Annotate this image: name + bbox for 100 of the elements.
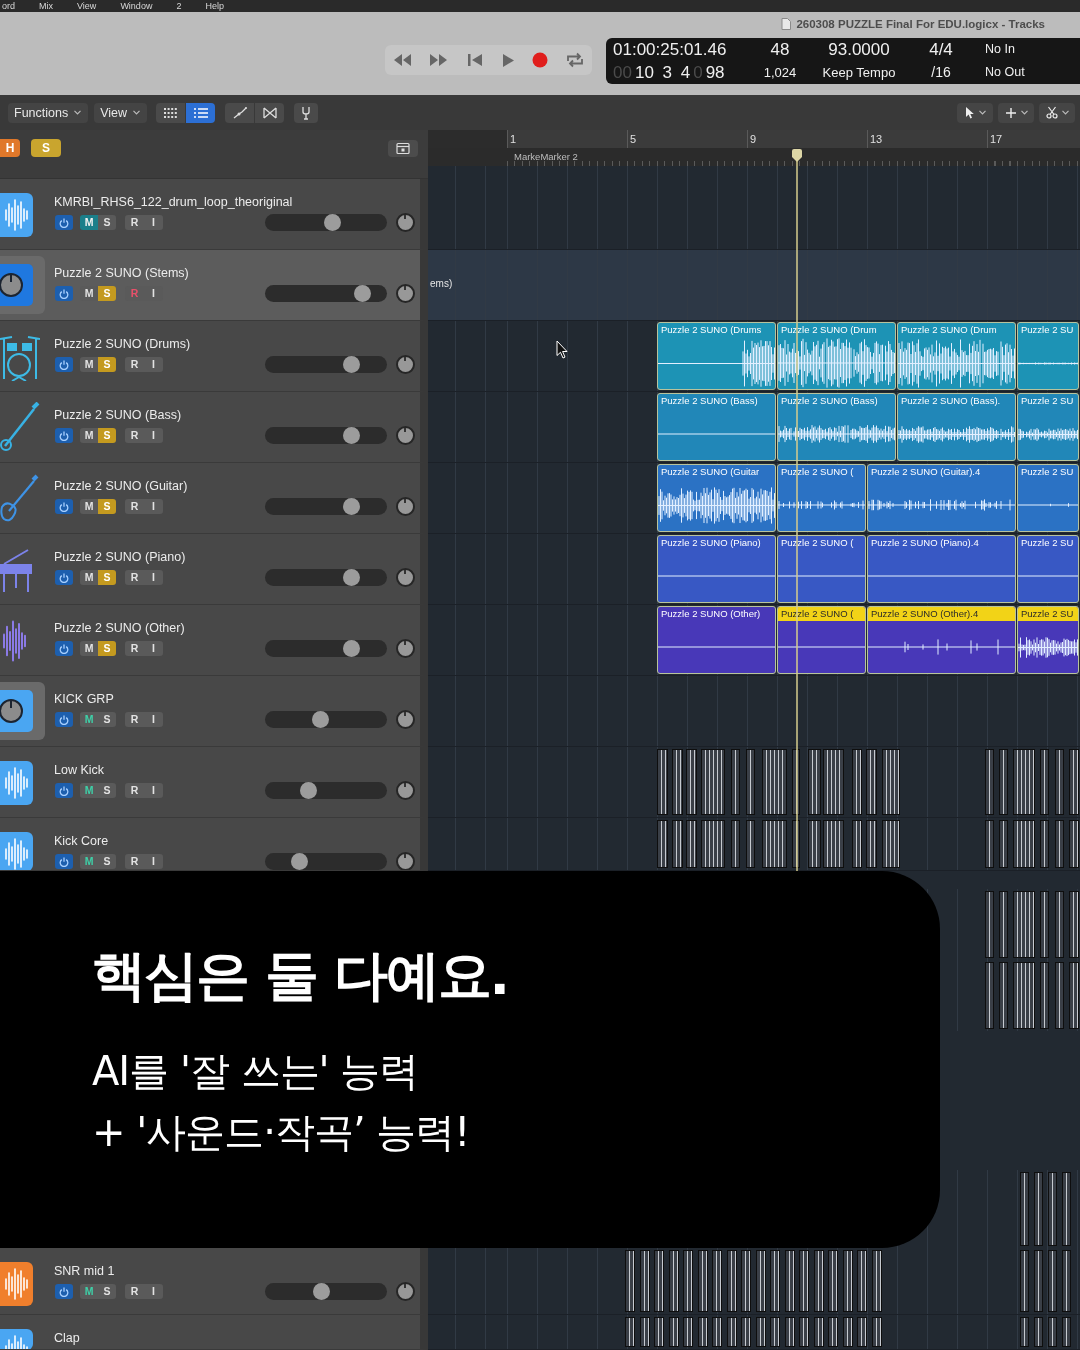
timeline-ruler[interactable]: 1 5 9 13 17 MarkeMarker 2 [428,130,1080,166]
audio-region[interactable] [1020,1172,1029,1246]
audio-region[interactable] [727,1250,737,1312]
track-header[interactable]: Kick Core M S R I [0,818,428,871]
track-header[interactable]: KMRBI_RHS6_122_drum_loop_theoriginal M S R I [0,179,428,250]
audio-region[interactable] [857,1250,867,1312]
power-button[interactable] [55,712,73,727]
audio-region[interactable] [625,1317,635,1347]
menu-item[interactable]: ord [2,0,15,12]
input-monitor-button[interactable]: I [144,712,163,727]
audio-region[interactable] [828,1317,838,1347]
slider-thumb[interactable] [354,285,372,302]
audio-region[interactable] [712,1317,722,1347]
track-header[interactable]: SNR mid 1 M S R I [0,1248,428,1315]
audio-region[interactable] [872,1317,882,1347]
audio-region[interactable] [698,1250,708,1312]
audio-region[interactable] [882,820,900,868]
audio-region[interactable] [985,820,994,868]
audio-region[interactable]: Puzzle 2 SU [1017,322,1079,390]
solo-button[interactable]: S [98,854,116,869]
audio-region[interactable] [808,820,821,868]
audio-region[interactable] [686,820,697,868]
play-icon[interactable] [501,52,515,68]
record-enable-button[interactable]: R [125,215,144,230]
view-mode-button[interactable] [186,102,216,123]
audio-region[interactable] [999,820,1008,868]
solo-button[interactable]: S [98,712,116,727]
track-header[interactable]: Puzzle 2 SUNO (Piano) M S R I [0,534,428,605]
tool-menu-button[interactable] [957,102,993,123]
power-button[interactable] [55,215,73,230]
slider-thumb[interactable] [342,498,360,515]
menu-item[interactable]: Window [120,0,153,12]
audio-region[interactable] [852,820,862,868]
audio-region[interactable] [799,1317,809,1347]
record-enable-button[interactable]: R [125,1284,144,1299]
mute-button[interactable]: M [80,570,98,585]
audio-region[interactable] [683,1250,693,1312]
audio-region[interactable] [1062,1317,1071,1347]
record-enable-button[interactable]: R [125,854,144,869]
pan-knob[interactable] [396,639,415,658]
audio-region[interactable] [654,1317,664,1347]
audio-region[interactable] [1034,1317,1043,1347]
audio-region[interactable] [1040,891,1049,958]
fast-forward-icon[interactable] [429,53,449,67]
tray-icon[interactable] [388,140,418,157]
audio-region[interactable] [1055,891,1064,958]
menu-item[interactable]: View [77,0,97,12]
input-monitor-button[interactable]: I [144,215,163,230]
audio-region[interactable] [852,749,862,815]
slider-thumb[interactable] [291,853,309,870]
mute-button[interactable]: M [80,641,98,656]
audio-region[interactable] [746,820,755,868]
audio-region[interactable] [672,749,683,815]
slider-thumb[interactable] [313,1283,331,1300]
volume-slider[interactable] [265,356,387,373]
audio-region[interactable] [1020,1317,1029,1347]
record-enable-button[interactable]: R [125,428,144,443]
toolbar-button[interactable] [255,102,285,123]
audio-region[interactable]: Puzzle 2 SUNO (Guitar [657,464,776,532]
pan-knob[interactable] [396,710,415,729]
rewind-icon[interactable] [392,53,412,67]
track-header[interactable]: Puzzle 2 SUNO (Bass) M S R I [0,392,428,463]
record-enable-button[interactable]: R [125,499,144,514]
audio-region[interactable] [640,1250,650,1312]
audio-region[interactable] [866,749,877,815]
slider-thumb[interactable] [342,640,360,657]
input-monitor-button[interactable]: I [144,428,163,443]
audio-region[interactable] [1069,749,1079,815]
input-monitor-button[interactable]: I [144,357,163,372]
input-monitor-button[interactable]: I [144,854,163,869]
audio-region[interactable] [712,1250,722,1312]
volume-slider[interactable] [265,214,387,231]
volume-slider[interactable] [265,853,387,870]
track-header[interactable]: Puzzle 2 SUNO (Guitar) M S R I [0,463,428,534]
audio-region[interactable] [1048,1317,1057,1347]
audio-region[interactable] [669,1250,679,1312]
record-enable-button[interactable]: R [125,712,144,727]
audio-region[interactable] [625,1250,635,1312]
audio-region[interactable] [999,962,1008,1029]
tool-menu-button[interactable] [1039,102,1075,123]
record-icon[interactable] [532,52,548,68]
input-monitor-button[interactable]: I [144,783,163,798]
track-header[interactable]: Puzzle 2 SUNO (Drums) M S R I [0,321,428,392]
volume-slider[interactable] [265,569,387,586]
audio-region[interactable] [985,891,994,958]
audio-region[interactable]: Puzzle 2 SUNO (Guitar).4 [867,464,1016,532]
audio-region[interactable] [985,749,994,815]
audio-region[interactable] [792,749,800,815]
menu-item[interactable]: 2 [176,0,182,12]
audio-region[interactable] [1062,1172,1071,1246]
input-monitor-button[interactable]: I [144,499,163,514]
slider-thumb[interactable] [342,356,360,373]
track-header[interactable]: Puzzle 2 SUNO (Stems) M S R I [0,250,428,321]
audio-region[interactable] [814,1250,824,1312]
audio-region[interactable] [1040,820,1049,868]
audio-region[interactable] [698,1317,708,1347]
marker-label[interactable]: Marke [514,151,541,163]
tool-menu-button[interactable] [998,102,1034,123]
audio-region[interactable] [701,749,725,815]
audio-region[interactable] [1040,962,1049,1029]
